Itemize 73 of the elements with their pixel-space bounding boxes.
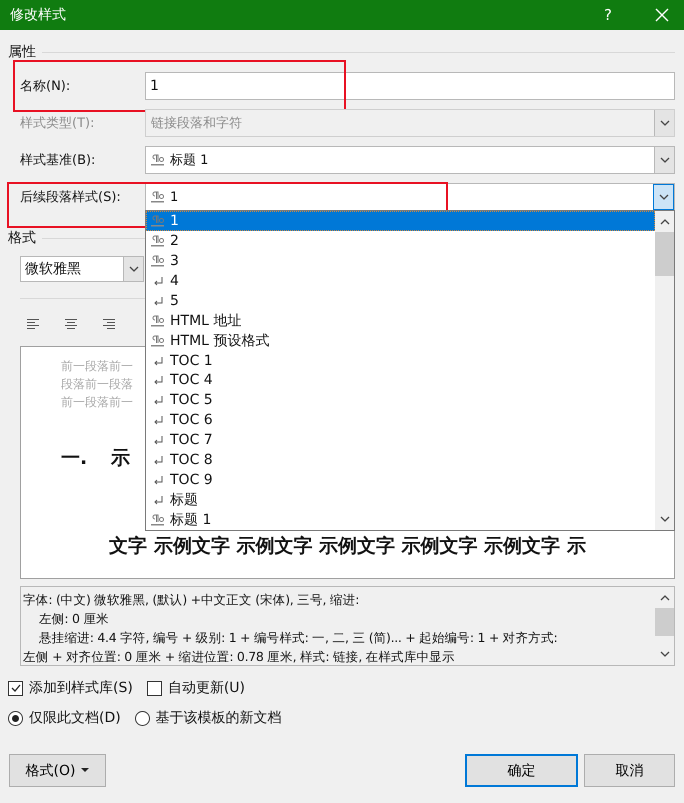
align-center-icon — [65, 318, 77, 328]
dropdown-item[interactable]: TOC 9 — [146, 470, 655, 490]
checkbox[interactable] — [146, 680, 162, 696]
dropdown-item[interactable]: TOC 4 — [146, 370, 655, 390]
preview-text: 段落前一段落 — [61, 376, 133, 393]
linked-style-icon — [151, 214, 165, 227]
dropdown-item[interactable]: 3 — [146, 250, 655, 271]
field-label: 后续段落样式(S): — [20, 189, 122, 206]
radio-button[interactable] — [8, 710, 23, 726]
scrollbar[interactable] — [655, 211, 674, 530]
name-field[interactable]: 1 — [145, 72, 675, 100]
chevron-down-icon — [658, 514, 670, 524]
window-title: 修改样式 — [10, 6, 67, 24]
field-label: 样式类型(T): — [20, 115, 96, 132]
heading-text: 示 — [111, 446, 130, 471]
description-text: 字体: (中文) 微软雅黑, (默认) +中文正文 (宋体), 三号, 缩进: — [23, 591, 360, 609]
dropdown-item[interactable]: 1 — [146, 211, 655, 231]
linked-style-icon — [151, 514, 165, 526]
preview-text: 前一段落前一 — [61, 358, 133, 375]
description-text: 左侧: 0 厘米 — [38, 610, 110, 628]
dropdown-item[interactable]: TOC 7 — [146, 430, 655, 450]
cancel-button[interactable]: 取消 — [584, 754, 675, 787]
preview-text: 前一段落前一 — [61, 394, 133, 411]
dropdown-item[interactable]: TOC 6 — [146, 410, 655, 430]
dropdown-item[interactable]: TOC 1 — [146, 350, 655, 370]
check-icon — [10, 682, 22, 694]
checkbox-label: 添加到样式库(S) — [29, 679, 133, 697]
scroll-thumb[interactable] — [655, 232, 674, 276]
linked-style-icon — [151, 154, 165, 166]
scroll-thumb[interactable] — [655, 608, 674, 636]
dropdown-item[interactable]: 5 — [146, 290, 655, 311]
linked-style-icon — [151, 254, 165, 267]
description-text: 左侧 + 对齐位置: 0 厘米 + 缩进位置: 0.78 厘米, 样式: 链接, 在样式库中显示 — [23, 648, 456, 666]
section-heading: 格式 — [8, 229, 36, 247]
description-text: 悬挂缩进: 4.4 字符, 编号 + 级别: 1 + 编号样式: 一, 二, 三 (简)... + 起始编号: 1 + 对齐方式: — [38, 629, 558, 647]
field-label: 名称(N): — [20, 78, 72, 95]
chevron-down-icon — [658, 118, 670, 128]
chevron-up-icon — [658, 217, 670, 227]
chevron-down-icon — [128, 264, 140, 274]
align-right-icon — [103, 318, 115, 328]
linked-style-icon — [151, 234, 165, 247]
dropdown-item[interactable]: TOC 8 — [146, 450, 655, 470]
radio-button[interactable] — [134, 710, 150, 726]
radio-label: 基于该模板的新文档 — [156, 709, 282, 727]
dropdown-item[interactable]: 标题 1 — [146, 510, 655, 530]
dropdown-item[interactable]: 标题 — [146, 490, 655, 510]
font-dropdown[interactable]: 微软雅黑 — [20, 256, 144, 282]
linked-style-icon — [151, 334, 165, 347]
chevron-up-icon — [658, 593, 670, 603]
sample-text: 文字 示例文字 示例文字 示例文字 示例文字 示例文字 示 — [108, 534, 587, 559]
help-button[interactable]: ? — [586, 0, 630, 30]
linked-style-icon — [151, 314, 165, 327]
style-dropdown[interactable]: 标题 1 — [145, 146, 675, 174]
chevron-down-icon — [658, 192, 670, 202]
chevron-down-icon — [658, 155, 670, 165]
close-icon — [655, 8, 669, 22]
chevron-down-icon — [658, 649, 670, 659]
linked-style-icon — [151, 191, 165, 203]
dropdown-item[interactable]: TOC 5 — [146, 390, 655, 410]
dropdown-item[interactable]: 4 — [146, 270, 655, 291]
heading-number: 一. — [61, 446, 88, 471]
radio-label: 仅限此文档(D) — [29, 709, 121, 727]
align-left-icon — [27, 318, 39, 328]
section-heading: 属性 — [8, 43, 36, 61]
dropdown-item[interactable]: 2 — [146, 230, 655, 251]
checkbox-label: 自动更新(U) — [168, 679, 245, 697]
checkbox[interactable] — [8, 680, 23, 696]
format-button[interactable]: 格式(O) — [9, 754, 106, 787]
style-dropdown[interactable]: 1 — [145, 183, 675, 211]
dropdown-item[interactable]: HTML 地址 — [146, 310, 655, 331]
ok-button[interactable]: 确定 — [465, 754, 578, 787]
field-label: 样式基准(B): — [20, 152, 96, 169]
dropdown-item[interactable]: HTML 预设格式 — [146, 330, 655, 351]
